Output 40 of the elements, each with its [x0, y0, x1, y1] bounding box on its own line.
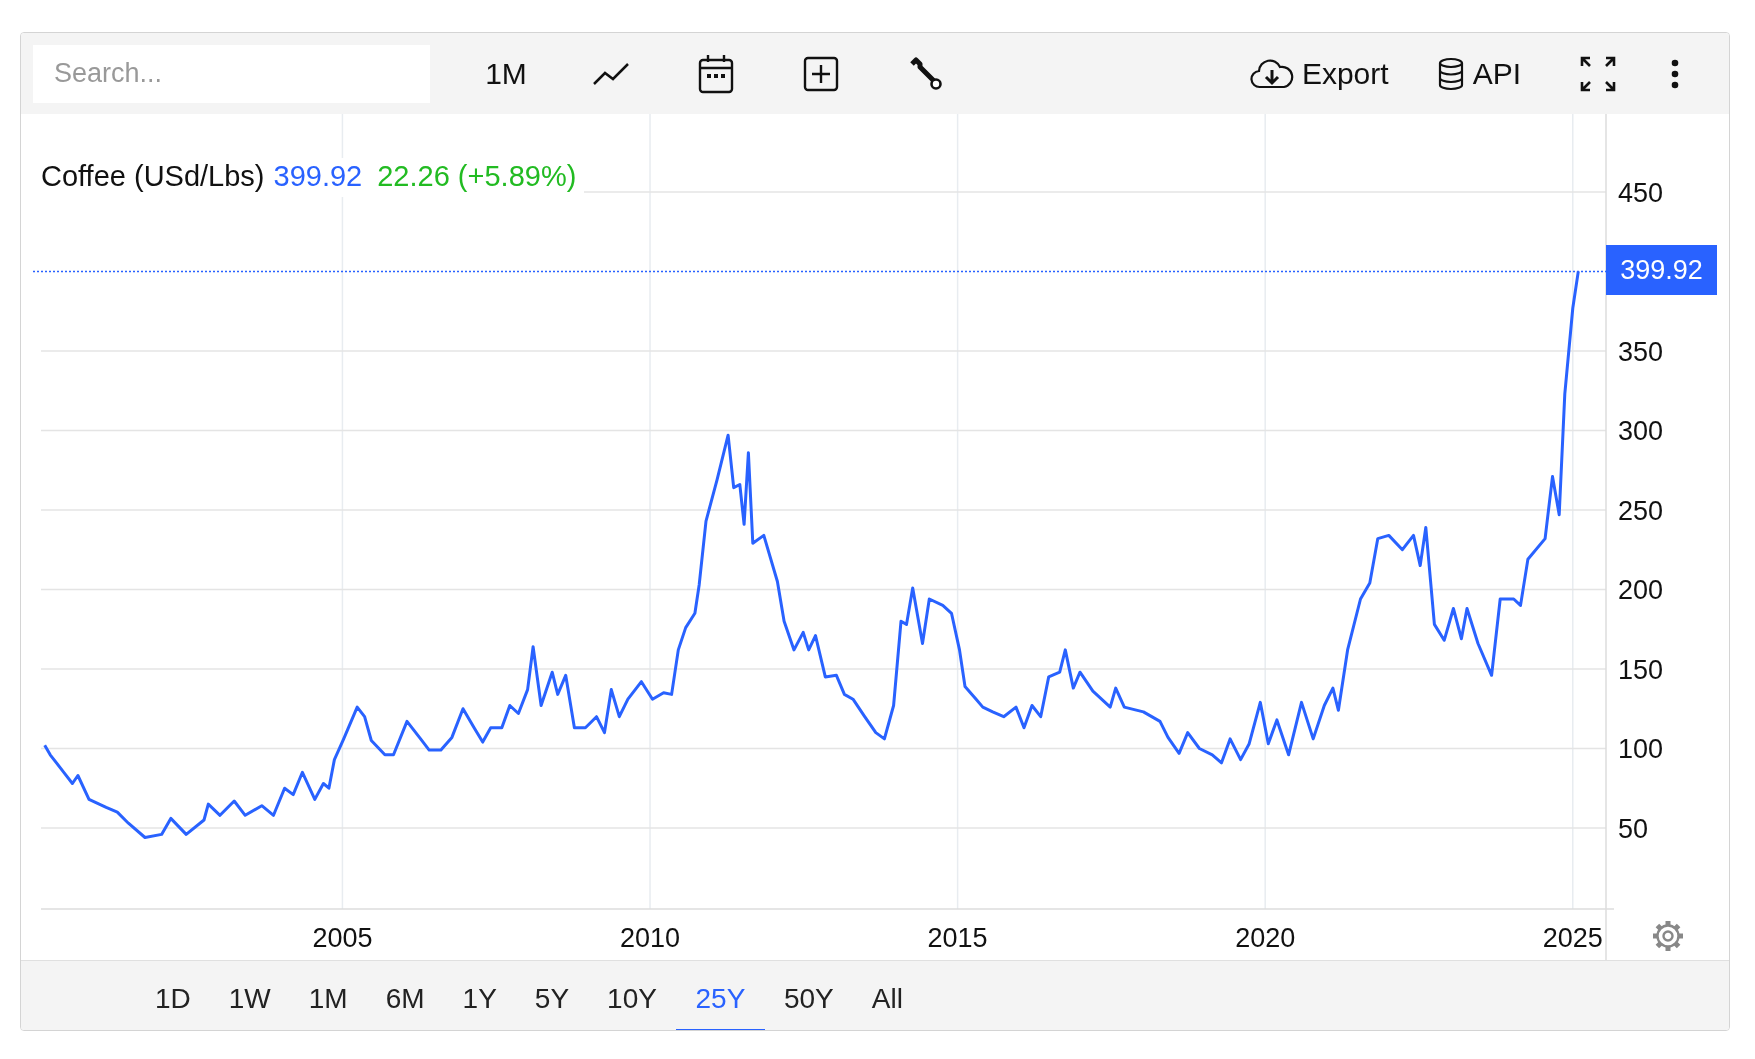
range-tab[interactable]: 1M: [289, 969, 367, 1030]
legend-title: Coffee (USd/Lbs): [41, 160, 265, 193]
range-tab[interactable]: 5Y: [515, 969, 589, 1030]
axis-label: 2015: [927, 923, 988, 953]
legend-price: 399.92: [273, 160, 363, 193]
axis-label: 250: [1618, 495, 1664, 526]
range-tab[interactable]: 10Y: [588, 969, 676, 1030]
calendar-icon: [698, 53, 734, 94]
range-tab[interactable]: All: [852, 969, 922, 1030]
fullscreen-icon: [1579, 54, 1617, 93]
axis-label: 50: [1618, 814, 1649, 844]
legend-change: 22.26 (+5.89%): [377, 160, 577, 193]
axis-label: 2005: [312, 923, 373, 953]
search-field[interactable]: Search...: [33, 44, 430, 103]
axis-label: 2025: [1542, 923, 1603, 953]
axis-label: 100: [1618, 734, 1664, 765]
axis-label: 2010: [620, 923, 681, 953]
range-tab[interactable]: 1D: [136, 969, 210, 1030]
settings-icon[interactable]: [1653, 921, 1683, 951]
axis-label: 450: [1618, 177, 1664, 208]
api-button[interactable]: API: [1436, 45, 1521, 102]
range-tab[interactable]: 1W: [209, 969, 290, 1030]
axis-label: 300: [1618, 416, 1664, 447]
database-icon: [1436, 56, 1465, 91]
axis-label: 350: [1618, 336, 1664, 367]
add-icon: [803, 55, 839, 92]
export-button[interactable]: Export: [1249, 45, 1389, 102]
price-tag: 399.92: [1606, 245, 1717, 296]
line-chart-icon: [592, 60, 630, 87]
axis-label: 2020: [1235, 923, 1296, 953]
range-tab[interactable]: 6M: [366, 969, 444, 1030]
range-tab[interactable]: 25Y: [675, 969, 765, 1030]
axis-label: 200: [1618, 575, 1664, 606]
range-tab[interactable]: 1Y: [443, 969, 516, 1030]
cloud-download-icon: [1249, 57, 1294, 90]
more-icon: [1671, 58, 1679, 89]
range-tab[interactable]: 50Y: [764, 969, 853, 1030]
axis-label: 150: [1618, 654, 1664, 685]
interval-button[interactable]: 1M: [471, 45, 541, 102]
wrench-icon: [909, 56, 943, 91]
